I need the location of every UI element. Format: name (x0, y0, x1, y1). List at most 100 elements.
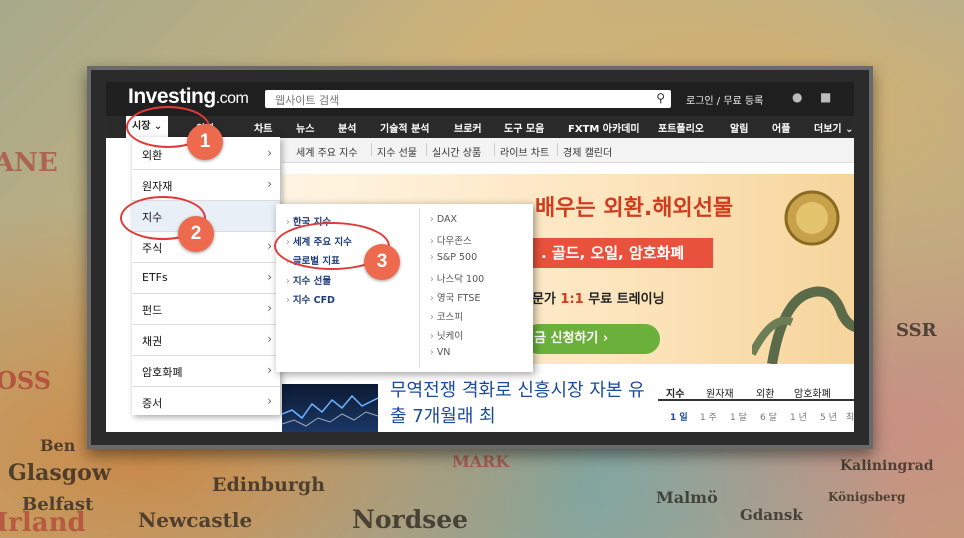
chevron-right-icon: › (267, 239, 272, 253)
nav-charts[interactable]: 차트 (254, 120, 272, 135)
banner-headline: 배우는 외환.해외선물 (535, 196, 734, 221)
search-input[interactable]: 웹사이트 검색 (275, 92, 339, 108)
subnav-divider (494, 143, 495, 156)
nav-academy[interactable]: FXTM 아카데미 (568, 120, 640, 135)
map-label-ssr: SSR (896, 320, 937, 341)
tab-indices[interactable]: 지수 (666, 385, 684, 400)
banner-promo: 전문가 1:1 무료 트레이닝 (520, 292, 665, 307)
quote-tabs: 지수 원자재 외환 암호화폐 (658, 383, 854, 401)
flyout-nasdaq100[interactable]: › 나스닥 100 (430, 271, 484, 285)
map-label-edinburgh: Edinburgh (212, 474, 326, 496)
map-label-mark: MARK (452, 452, 510, 471)
chevron-right-icon: › (267, 177, 272, 191)
top-header: Investing.com 웹사이트 검색 ⚲ 로그인 / 무료 등록 ● ■ (106, 82, 854, 116)
subnav-economic-calendar[interactable]: 경제 캘린더 (563, 144, 612, 159)
period-1w[interactable]: 1 주 (700, 410, 717, 423)
market-dropdown: 외환 › 원자재 › 지수 주식 › ETFs › 펀드 › 채권 › 암호화폐 › 증서 › (132, 137, 280, 415)
chart-thumbnail-icon (281, 394, 379, 427)
flyout-nikkei[interactable]: › 닛케이 (430, 328, 463, 342)
banner-ribbon: . 골드, 오일, 암호화폐 (525, 238, 713, 268)
period-1m[interactable]: 1 달 (730, 410, 747, 423)
briefcase-icon[interactable]: ■ (820, 90, 831, 104)
tab-crypto[interactable]: 암호화폐 (794, 385, 831, 400)
flyout-sp500[interactable]: › S&P 500 (430, 252, 477, 263)
login-link[interactable]: 로그인 / 무료 등록 (686, 92, 763, 107)
news-headline[interactable]: 무역전쟁 격화로 신흥시장 자본 유출 7개월래 최 (390, 378, 650, 430)
map-label-gdansk: Gdansk (740, 506, 803, 524)
flyout-ftse[interactable]: › 영국 FTSE (430, 290, 480, 304)
menu-item-certificates[interactable]: 증서 › (132, 387, 280, 417)
subnav-live-commodities[interactable]: 실시간 상품 (432, 144, 481, 159)
bullet-icon: › (430, 274, 434, 285)
chevron-right-icon: › (267, 394, 272, 408)
sub-nav: 세계 주요 지수 지수 선물 실시간 상품 라이브 차트 경제 캘린더 (282, 138, 854, 163)
search-box[interactable]: 웹사이트 검색 ⚲ (265, 90, 671, 108)
site-logo[interactable]: Investing.com (128, 85, 249, 109)
map-label-kaliningrad: Kaliningrad (840, 458, 934, 474)
map-label-newcastle: Newcastle (138, 508, 253, 532)
bullet-icon: › (286, 295, 290, 306)
map-label-nordsee: Nordsee (352, 505, 469, 534)
bullet-icon: › (430, 331, 434, 342)
bullet-icon: › (430, 252, 434, 263)
period-max[interactable]: 최 (846, 410, 854, 423)
subnav-divider (426, 143, 427, 156)
step-badge-1: 1 (187, 124, 223, 160)
flyout-index-cfd[interactable]: › 지수 CFD (286, 292, 335, 306)
map-label-glasgow: Glasgow (8, 460, 111, 486)
coins-illustration (752, 190, 854, 364)
search-icon[interactable]: ⚲ (656, 91, 665, 105)
map-label-oss: OSS (0, 366, 52, 395)
chevron-right-icon: › (267, 270, 272, 284)
chevron-right-icon: › (267, 146, 272, 160)
flyout-index-futures[interactable]: › 지수 선물 (286, 273, 331, 287)
bullet-icon: › (430, 214, 434, 225)
period-1d[interactable]: 1 일 (670, 410, 688, 423)
chevron-right-icon: › (267, 363, 272, 377)
chevron-right-icon: › (267, 301, 272, 315)
flyout-vn[interactable]: › VN (430, 347, 450, 358)
bullet-icon: › (430, 236, 434, 247)
bullet-icon: › (286, 276, 290, 287)
subnav-divider (557, 143, 558, 156)
nav-technical[interactable]: 기술적 분석 (380, 120, 429, 135)
tab-commodities[interactable]: 원자재 (706, 385, 734, 400)
nav-portfolio[interactable]: 포트폴리오 (658, 120, 704, 135)
bullet-icon: › (430, 293, 434, 304)
period-5y[interactable]: 5 년 (820, 410, 837, 423)
nav-brokers[interactable]: 브로커 (454, 120, 482, 135)
bullet-icon: › (430, 347, 434, 358)
menu-item-crypto[interactable]: 암호화폐 › (132, 356, 280, 387)
subnav-world-indices[interactable]: 세계 주요 지수 (296, 144, 358, 159)
nav-news[interactable]: 뉴스 (296, 120, 314, 135)
map-label-irland: Irland (0, 508, 86, 538)
flyout-dow-jones[interactable]: › 다우존스 (430, 233, 472, 247)
nav-apps[interactable]: 어플 (772, 120, 790, 135)
map-label-malmo: Malmö (656, 488, 718, 507)
period-1y[interactable]: 1 년 (790, 410, 807, 423)
news-thumbnail[interactable] (281, 384, 379, 432)
map-label-konigsberg: Königsberg (828, 490, 906, 504)
subnav-live-charts[interactable]: 라이브 차트 (500, 144, 549, 159)
step-badge-2: 2 (178, 216, 214, 252)
map-label-ben: Ben (40, 436, 76, 455)
nav-alerts[interactable]: 알림 (730, 120, 748, 135)
subnav-index-futures[interactable]: 지수 선물 (377, 144, 417, 159)
menu-item-bonds[interactable]: 채권 › (132, 325, 280, 356)
nav-tools[interactable]: 도구 모음 (504, 120, 544, 135)
tab-forex[interactable]: 외환 (756, 385, 774, 400)
nav-more[interactable]: 더보기 ⌄ (814, 120, 853, 135)
bullet-icon: › (286, 217, 290, 228)
menu-item-etfs[interactable]: ETFs › (132, 263, 280, 294)
banner-cta-button[interactable]: 금 신청하기 › (524, 324, 660, 354)
bullet-icon: › (430, 312, 434, 323)
bell-icon[interactable]: ● (792, 90, 802, 104)
map-label-ane: ANE (0, 148, 58, 178)
step-badge-3: 3 (364, 244, 400, 280)
flyout-dax[interactable]: › DAX (430, 214, 457, 225)
nav-analysis[interactable]: 분석 (338, 120, 356, 135)
subnav-divider (371, 143, 372, 156)
flyout-kospi[interactable]: › 코스피 (430, 309, 463, 323)
menu-item-funds[interactable]: 펀드 › (132, 294, 280, 325)
period-6m[interactable]: 6 달 (760, 410, 777, 423)
